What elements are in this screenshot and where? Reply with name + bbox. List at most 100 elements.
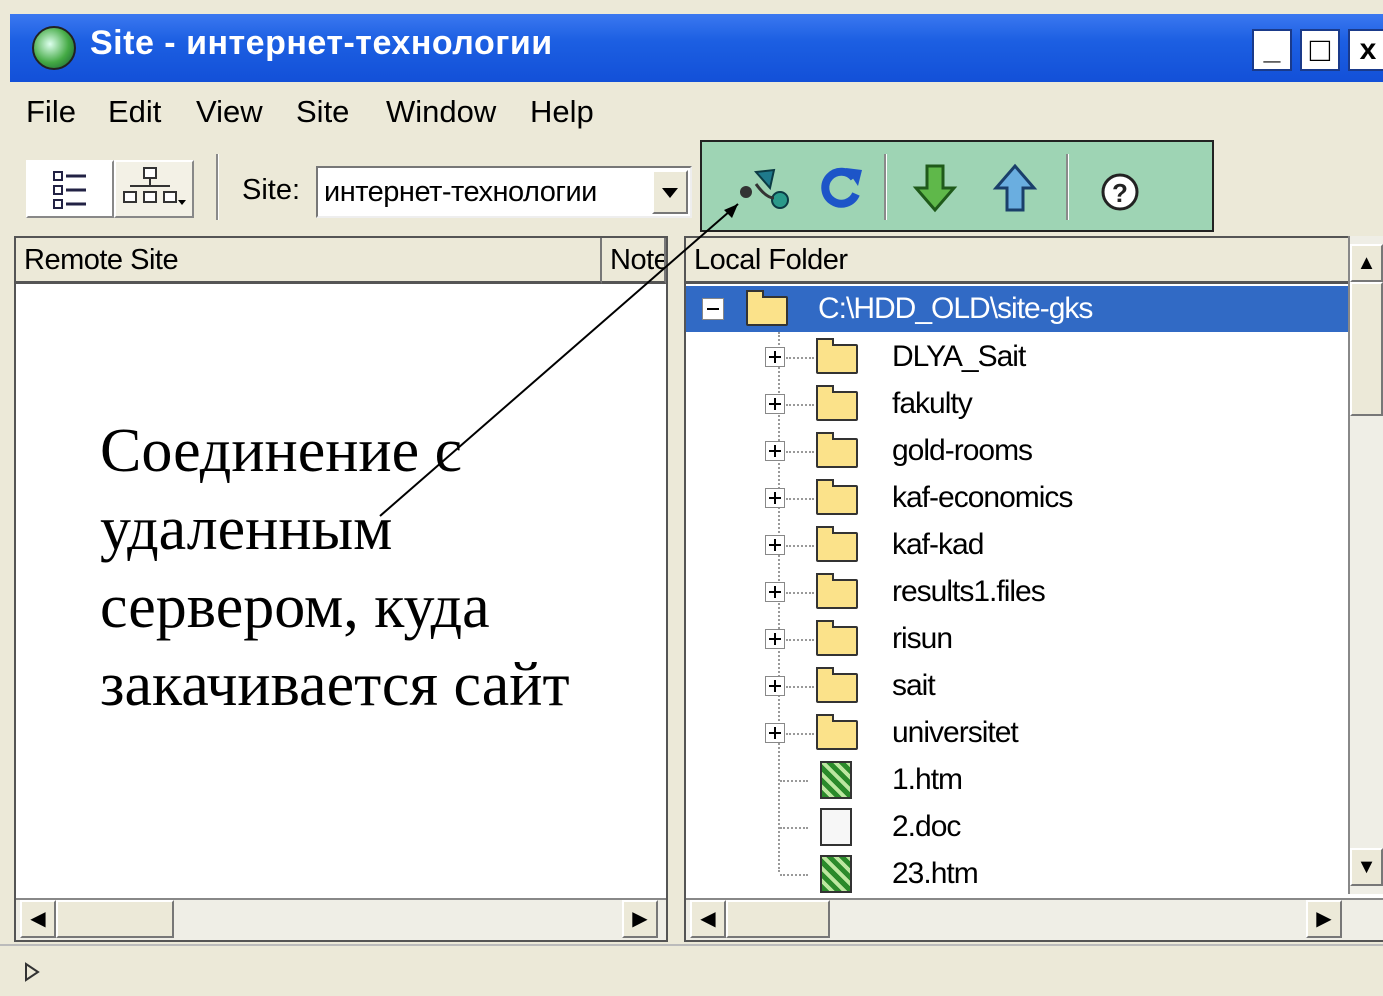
- local-folder-panel[interactable]: Local Folder C:\HDD_OLD\site-gks DLYA_Sa…: [684, 236, 1383, 942]
- site-label: Site:: [242, 174, 301, 206]
- site-map-icon[interactable]: [114, 160, 194, 218]
- tree-item[interactable]: gold-rooms: [686, 428, 1351, 474]
- chevron-down-icon[interactable]: [652, 170, 688, 214]
- html-file-icon: [820, 761, 852, 799]
- folder-icon: [816, 526, 858, 562]
- folder-icon: [816, 667, 858, 703]
- folder-icon: [816, 620, 858, 656]
- get-icon[interactable]: [910, 158, 960, 218]
- minimize-button[interactable]: _: [1252, 29, 1292, 71]
- scroll-right-icon[interactable]: ▶: [1306, 900, 1342, 938]
- local-vscrollbar[interactable]: ▲ ▼: [1348, 236, 1383, 894]
- tree-item[interactable]: kaf-economics: [686, 475, 1351, 521]
- connect-icon[interactable]: [726, 158, 796, 218]
- tree-item[interactable]: 23.htm: [686, 851, 1351, 897]
- scroll-up-icon[interactable]: ▲: [1350, 244, 1383, 282]
- folder-icon: [816, 385, 858, 421]
- app-icon: [32, 26, 76, 70]
- col-remote-site[interactable]: Remote Site: [16, 238, 602, 284]
- menu-site[interactable]: Site: [296, 94, 349, 130]
- folder-icon: [816, 479, 858, 515]
- tree-item-label: sait: [892, 669, 936, 702]
- collapse-icon[interactable]: [702, 298, 724, 320]
- window-title: Site - интернет-технологии: [90, 24, 553, 62]
- menu-window[interactable]: Window: [386, 94, 496, 130]
- menu-edit[interactable]: Edit: [108, 94, 161, 130]
- tree-item-label: kaf-kad: [892, 528, 984, 561]
- folder-icon: [816, 338, 858, 374]
- site-select-value: интернет-технологии: [324, 176, 597, 208]
- tree-item[interactable]: 2.doc: [686, 804, 1351, 850]
- maximize-button[interactable]: □: [1300, 29, 1340, 71]
- tree-item-label: 23.htm: [892, 857, 979, 890]
- toolbar: Site: интернет-технологии ?: [10, 140, 1383, 232]
- close-button[interactable]: x: [1348, 29, 1383, 71]
- expand-icon[interactable]: [765, 394, 785, 414]
- tree-item-label: fakulty: [892, 387, 973, 420]
- folder-icon: [816, 714, 858, 750]
- expand-arrow-icon[interactable]: [22, 960, 42, 984]
- tree-item-label: 1.htm: [892, 763, 963, 796]
- html-file-icon: [820, 855, 852, 893]
- scroll-down-icon[interactable]: ▼: [1350, 848, 1383, 886]
- annotation-line: удаленным: [100, 495, 393, 563]
- expand-icon[interactable]: [765, 582, 785, 602]
- tree-item[interactable]: risun: [686, 616, 1351, 662]
- scroll-right-icon[interactable]: ▶: [622, 900, 658, 938]
- tree-root-label: C:\HDD_OLD\site-gks: [818, 292, 1093, 325]
- menu-help[interactable]: Help: [530, 94, 594, 130]
- details-view-icon[interactable]: [26, 160, 114, 218]
- title-bar[interactable]: Site - интернет-технологии _ □ x: [10, 14, 1383, 82]
- local-hscrollbar[interactable]: ◀ ▶: [686, 898, 1383, 940]
- tree-item-label: DLYA_Sait: [892, 340, 1026, 373]
- folder-icon: [816, 432, 858, 468]
- toolbar-separator: [884, 154, 887, 220]
- status-bar: [0, 944, 1383, 996]
- expand-icon[interactable]: [765, 629, 785, 649]
- tree-item[interactable]: 1.htm: [686, 757, 1351, 803]
- toolbar-separator: [1066, 154, 1069, 220]
- put-icon[interactable]: [990, 158, 1040, 218]
- tree-item[interactable]: kaf-kad: [686, 522, 1351, 568]
- annotation-line: Соединение с: [100, 417, 463, 485]
- refresh-icon[interactable]: [810, 158, 870, 218]
- site-select[interactable]: интернет-технологии: [316, 166, 692, 218]
- menu-view[interactable]: View: [196, 94, 263, 130]
- menu-bar: File Edit View Site Window Help: [10, 86, 1383, 138]
- open-folder-icon: [746, 290, 788, 326]
- expand-icon[interactable]: [765, 488, 785, 508]
- tree-item-label: universitet: [892, 716, 1019, 749]
- tree-root[interactable]: C:\HDD_OLD\site-gks: [686, 286, 1351, 332]
- expand-icon[interactable]: [765, 723, 785, 743]
- col-local-folder[interactable]: Local Folder: [686, 238, 1350, 284]
- tree-item[interactable]: DLYA_Sait: [686, 334, 1351, 380]
- tree-item-label: results1.files: [892, 575, 1046, 608]
- tree-item-label: risun: [892, 622, 953, 655]
- scroll-thumb[interactable]: [726, 900, 830, 938]
- annotation-line: закачивается сайт: [100, 651, 570, 719]
- expand-icon[interactable]: [765, 347, 785, 367]
- help-icon[interactable]: ?: [1090, 158, 1150, 218]
- annotation-text: Соединение с удаленным сервером, куда за…: [100, 412, 660, 724]
- expand-icon[interactable]: [765, 535, 785, 555]
- folder-icon: [816, 573, 858, 609]
- expand-icon[interactable]: [765, 676, 785, 696]
- scroll-thumb[interactable]: [1350, 282, 1383, 416]
- toolbar-separator: [216, 154, 219, 220]
- scroll-left-icon[interactable]: ◀: [20, 900, 56, 938]
- tree-item[interactable]: universitet: [686, 710, 1351, 756]
- doc-file-icon: [820, 808, 852, 846]
- remote-hscrollbar[interactable]: ◀ ▶: [16, 898, 666, 940]
- menu-file[interactable]: File: [26, 94, 76, 130]
- scroll-thumb[interactable]: [56, 900, 174, 938]
- expand-icon[interactable]: [765, 441, 785, 461]
- tree-item[interactable]: results1.files: [686, 569, 1351, 615]
- tree-item[interactable]: sait: [686, 663, 1351, 709]
- tree-item-label: gold-rooms: [892, 434, 1033, 467]
- col-notes[interactable]: Note: [602, 238, 666, 284]
- tree-item-label: kaf-economics: [892, 481, 1073, 514]
- tree-item[interactable]: fakulty: [686, 381, 1351, 427]
- scroll-left-icon[interactable]: ◀: [690, 900, 726, 938]
- tree-item-label: 2.doc: [892, 810, 961, 843]
- annotation-line: сервером, куда: [100, 573, 490, 641]
